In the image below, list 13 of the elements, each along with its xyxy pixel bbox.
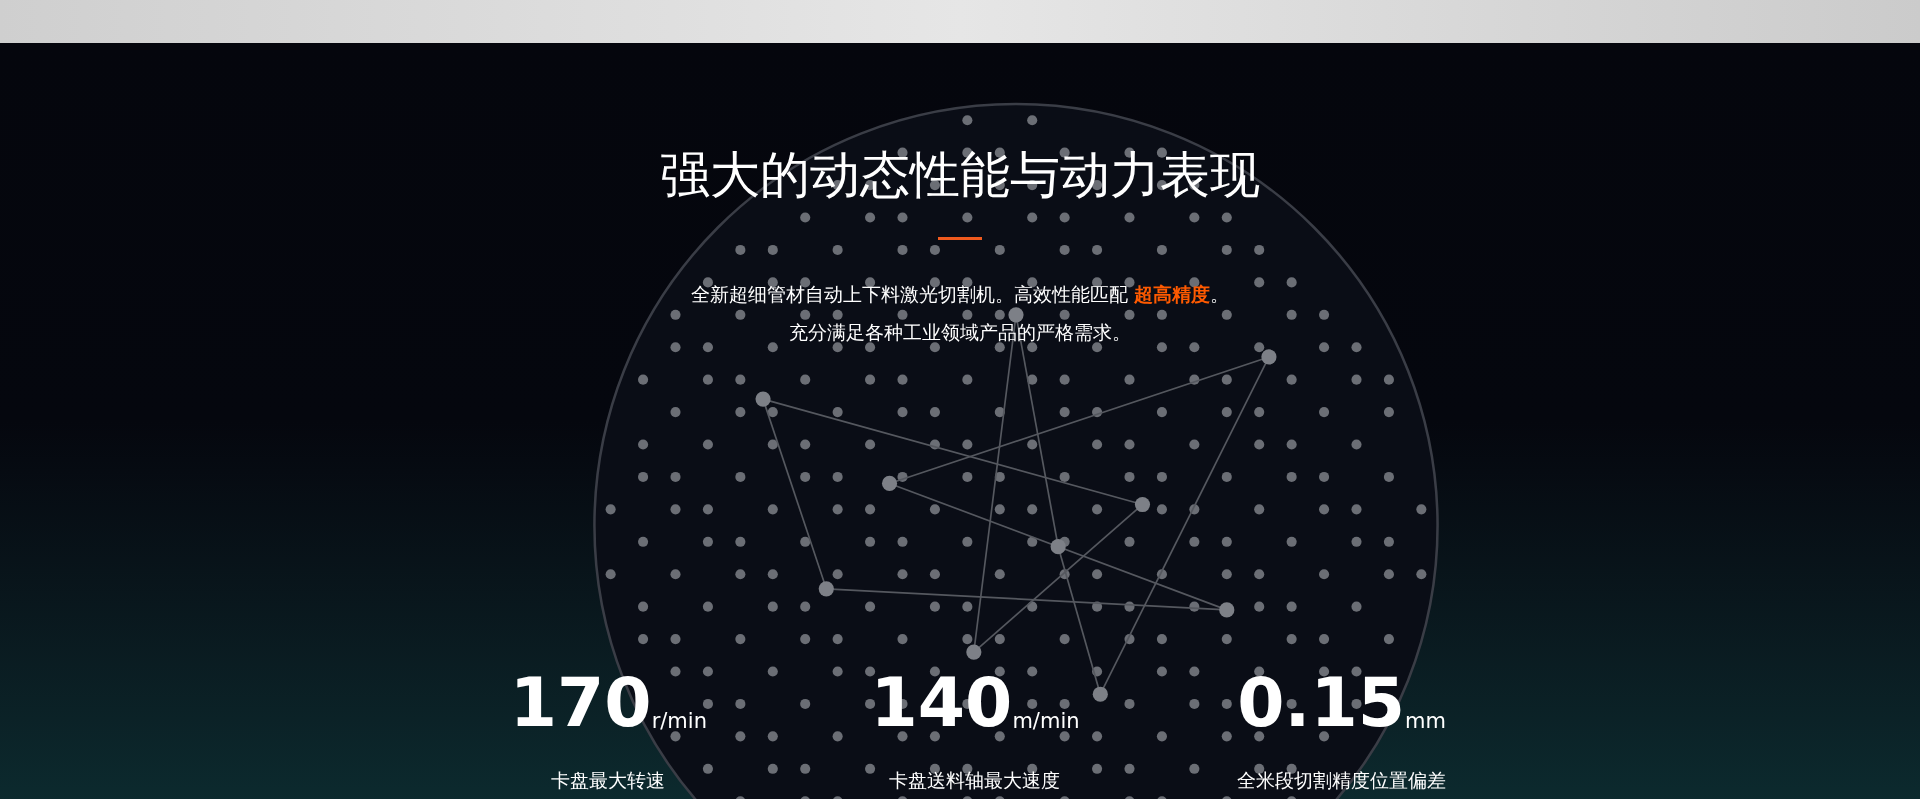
stat-unit: r/min — [651, 708, 707, 735]
stat-label: 卡盘最大转速 — [551, 768, 666, 793]
description-text: 全新超细管材自动上下料激光切割机。高效性能匹配 超高精度。 — [690, 282, 1229, 307]
stat-value: 140 — [870, 665, 1013, 741]
section-heading: 强大的动态性能与动力表现 — [660, 145, 1260, 206]
stat-unit: mm — [1405, 708, 1446, 735]
stat-label: 卡盘送料轴最大速度 — [889, 768, 1061, 793]
stat-unit: m/min — [1012, 708, 1080, 735]
stat-value: 0.15 — [1237, 665, 1406, 741]
heading-underline — [938, 237, 982, 240]
stat-label: 全米段切割精度位置偏差 — [1237, 768, 1447, 793]
stat-value: 170 — [509, 665, 652, 741]
description-text: 充分满足各种工业领域产品的严格需求。 — [789, 320, 1131, 345]
